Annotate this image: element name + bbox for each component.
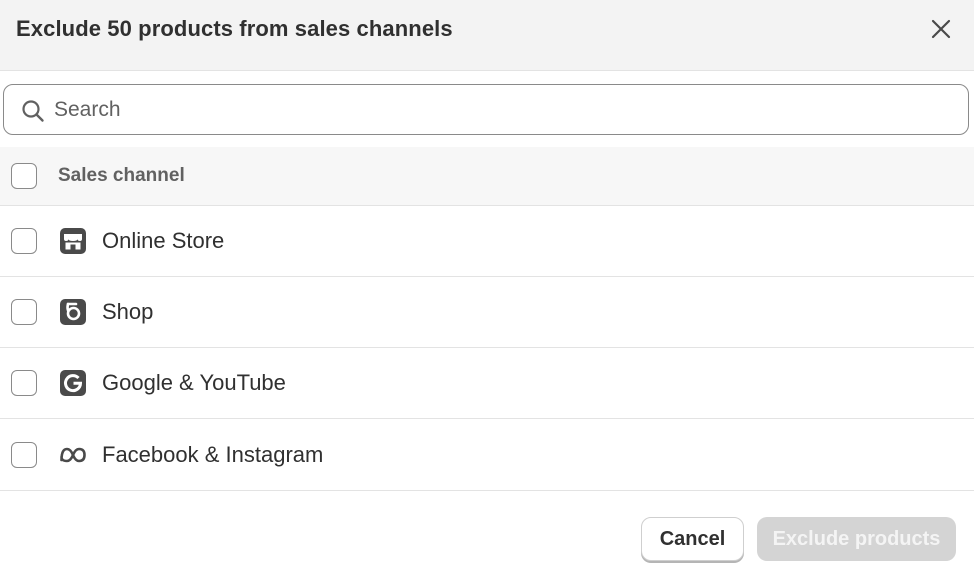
shop-icon xyxy=(60,299,86,325)
table-header: Sales channel xyxy=(0,147,974,206)
row-checkbox[interactable] xyxy=(11,442,37,468)
online-store-icon xyxy=(60,228,86,254)
search-icon xyxy=(22,100,44,122)
search-input[interactable] xyxy=(54,93,954,127)
row-label: Facebook & Instagram xyxy=(102,442,324,467)
cancel-button[interactable]: Cancel xyxy=(641,517,744,561)
row-label: Online Store xyxy=(102,228,225,253)
table-row[interactable]: Shop xyxy=(0,277,974,348)
row-checkbox[interactable] xyxy=(11,370,37,396)
google-icon xyxy=(60,370,86,396)
close-button[interactable] xyxy=(926,14,956,44)
search-field[interactable] xyxy=(3,84,969,135)
exclude-products-button[interactable]: Exclude products xyxy=(757,517,956,561)
dialog-header: Exclude 50 products from sales channels xyxy=(0,0,974,71)
table-row[interactable]: Online Store xyxy=(0,206,974,277)
close-icon xyxy=(931,19,951,39)
column-header-sales-channel: Sales channel xyxy=(58,165,185,186)
table-row[interactable]: Google & YouTube xyxy=(0,348,974,419)
row-label: Google & YouTube xyxy=(102,370,286,395)
table-row[interactable]: Facebook & Instagram xyxy=(0,420,974,491)
row-label: Shop xyxy=(102,299,154,324)
meta-icon xyxy=(60,447,86,463)
dialog-title: Exclude 50 products from sales channels xyxy=(16,16,453,41)
select-all-checkbox[interactable] xyxy=(11,163,37,189)
row-checkbox[interactable] xyxy=(11,299,37,325)
row-checkbox[interactable] xyxy=(11,228,37,254)
